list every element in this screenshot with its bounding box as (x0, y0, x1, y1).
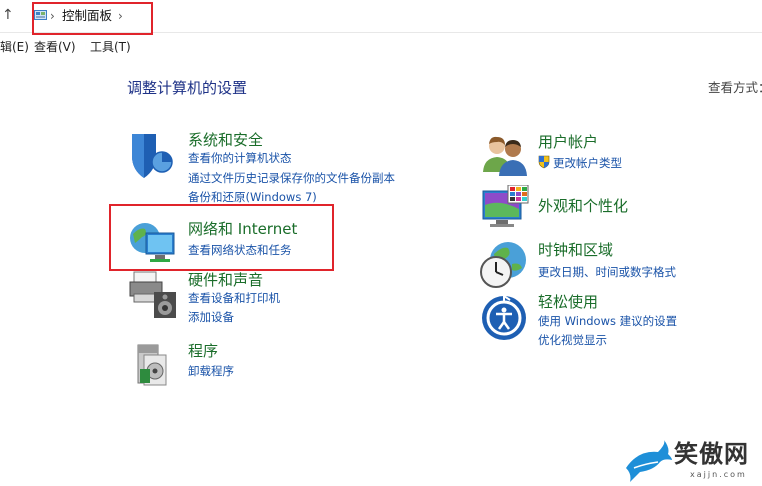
watermark-url: xajjn.com (690, 470, 747, 479)
category-title[interactable]: 时钟和区域 (538, 240, 613, 260)
category-title[interactable]: 用户帐户 (538, 132, 598, 152)
category-title[interactable]: 程序 (188, 341, 218, 361)
shark-logo-icon (626, 440, 672, 482)
page-title: 调整计算机的设置 (127, 79, 248, 97)
link-add-device[interactable]: 添加设备 (188, 309, 234, 325)
menu-tools[interactable]: 工具(T) (90, 39, 131, 55)
link-change-date-time-format[interactable]: 更改日期、时间或数字格式 (538, 264, 676, 280)
printer-icon (129, 271, 176, 318)
up-arrow-icon[interactable]: ↑ (2, 7, 16, 23)
category-title[interactable]: 轻松使用 (538, 292, 598, 312)
category-title[interactable]: 硬件和声音 (188, 270, 263, 290)
link-change-account-type[interactable]: 更改帐户类型 (553, 155, 622, 171)
watermark: 笑傲网 xajjn.com (624, 438, 762, 486)
menu-bar: 辑(E) 查看(V) 工具(T) (0, 36, 762, 58)
link-view-computer-status[interactable]: 查看你的计算机状态 (188, 150, 292, 166)
link-devices-printers[interactable]: 查看设备和打印机 (188, 290, 280, 306)
menu-view[interactable]: 查看(V) (34, 39, 76, 55)
uac-shield-icon (538, 155, 550, 169)
network-highlight-box (109, 204, 334, 271)
link-backup-restore[interactable]: 备份和还原(Windows 7) (188, 189, 317, 205)
shield-icon (132, 134, 173, 178)
category-title[interactable]: 系统和安全 (188, 130, 263, 150)
link-uninstall-program[interactable]: 卸载程序 (188, 363, 234, 379)
view-by-label[interactable]: 查看方式： (708, 79, 762, 97)
link-file-history[interactable]: 通过文件历史记录保存你的文件备份副本 (188, 170, 395, 186)
link-windows-suggested-settings[interactable]: 使用 Windows 建议的设置 (538, 313, 677, 329)
ease-of-access-icon (482, 294, 526, 340)
programs-icon (137, 344, 167, 386)
appearance-monitor-icon (482, 185, 529, 227)
watermark-text: 笑傲网 (674, 440, 749, 468)
link-optimize-visual-display[interactable]: 优化视觉显示 (538, 332, 607, 348)
menu-edit[interactable]: 辑(E) (0, 39, 29, 55)
address-bar: ↑ › 控制面板 › (0, 0, 762, 35)
users-icon (483, 136, 527, 176)
category-title[interactable]: 外观和个性化 (538, 196, 628, 216)
clock-globe-icon (480, 242, 526, 288)
address-highlight-box (32, 2, 153, 35)
